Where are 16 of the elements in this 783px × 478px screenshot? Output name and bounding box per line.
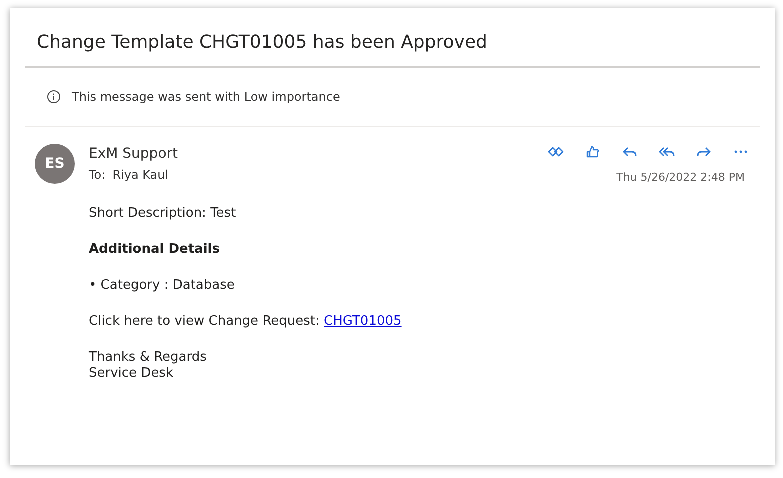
body-text: Click here to view Change Request: [89, 314, 320, 329]
body-text: • Category : Database [89, 278, 236, 294]
sender-name[interactable]: ExM Support [89, 146, 178, 162]
body-text: Short Description: Test [89, 206, 238, 222]
sender-avatar: ES [35, 144, 75, 184]
info-icon [47, 90, 61, 104]
change-request-link[interactable]: CHGT01005 [324, 314, 402, 329]
body-heading: Additional Details [89, 242, 221, 258]
to-label: To: [89, 168, 106, 182]
thumbs-up-icon[interactable] [585, 144, 601, 160]
signature-line: Thanks & Regards [89, 350, 208, 366]
recipient-name[interactable]: Riya Kaul [112, 168, 169, 182]
signature-line: Service Desk [89, 366, 174, 382]
message-date: Thu 5/26/2022 2:48 PM [616, 171, 745, 184]
importance-notice: This message was sent with Low importance [72, 90, 340, 104]
email-subject: Change Template CHGT01005 has been Approved [36, 32, 488, 55]
